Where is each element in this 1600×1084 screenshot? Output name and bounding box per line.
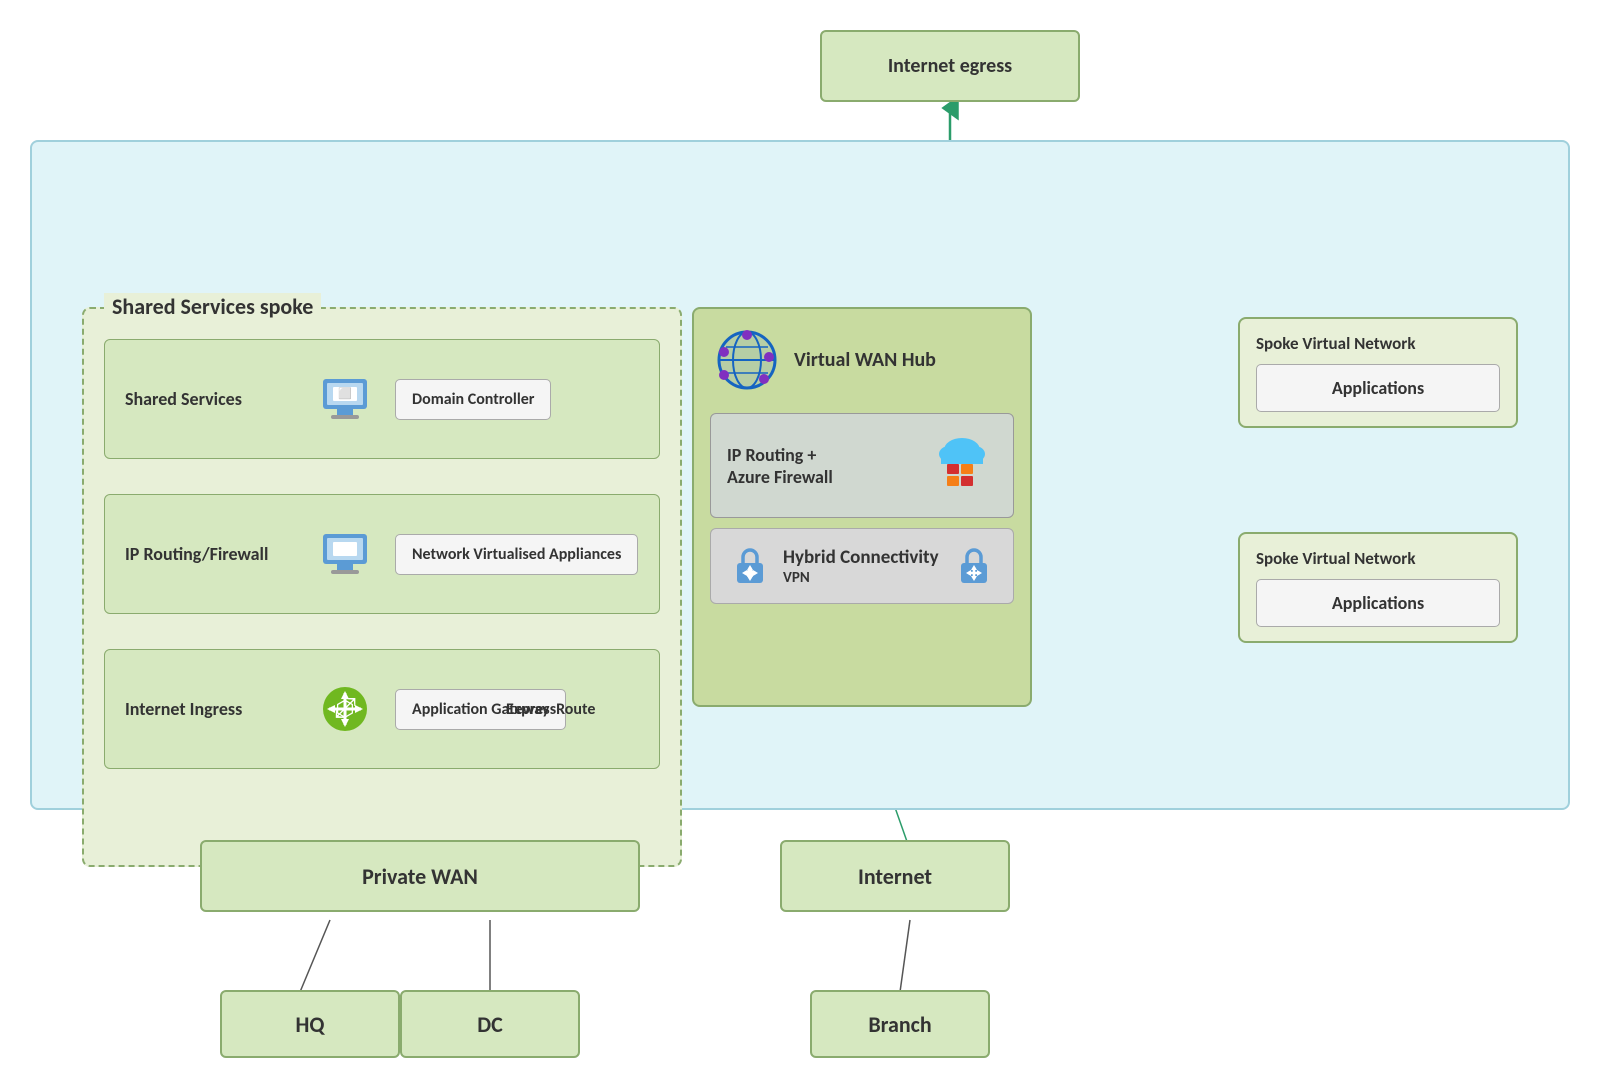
hq-box: HQ <box>220 990 400 1058</box>
dc-label: DC <box>477 1011 503 1038</box>
globe-icon <box>714 327 780 393</box>
spoke-vnet-1: Spoke Virtual Network Applications <box>1238 317 1518 428</box>
ss-label-shared-services: Shared Services <box>105 388 305 410</box>
internet-egress-box: Internet egress <box>820 30 1080 102</box>
hybrid-connectivity-box: Hybrid Connectivity VPN <box>710 528 1014 604</box>
azure-firewall-icon <box>927 428 997 503</box>
hybrid-text: Hybrid Connectivity VPN <box>783 546 941 587</box>
monitor-icon-1: ⬜ <box>305 373 385 425</box>
private-wan-box: Private WAN <box>200 840 640 912</box>
diagram-root: Internet egress Shared Services spoke Sh… <box>0 0 1600 1084</box>
spoke-vnet-1-inner: Applications <box>1256 364 1500 412</box>
shared-services-spoke: Shared Services spoke Shared Services ⬜ … <box>82 307 682 867</box>
ip-routing-text: IP Routing + Azure Firewall <box>727 444 915 488</box>
hq-label: HQ <box>296 1011 325 1038</box>
spoke-vnet-2: Spoke Virtual Network Applications <box>1238 532 1518 643</box>
spoke-vnet-1-title: Spoke Virtual Network <box>1256 333 1500 354</box>
spoke-vnet-2-title: Spoke Virtual Network <box>1256 548 1500 569</box>
ip-routing-azure-firewall-box: IP Routing + Azure Firewall <box>710 413 1014 518</box>
spoke-vnet-2-inner: Applications <box>1256 579 1500 627</box>
nva-box: Network Virtualised Appliances <box>395 534 638 575</box>
app-gateway-icon: ⤢ ⬡ <box>305 683 385 735</box>
internet-box: Internet <box>780 840 1010 912</box>
internet-egress-label: Internet egress <box>888 54 1012 78</box>
branch-box: Branch <box>810 990 990 1058</box>
private-wan-label: Private WAN <box>362 863 478 890</box>
hybrid-title-row: Hybrid Connectivity VPN <box>727 543 997 589</box>
expressroute-label: ExpressRoute <box>506 700 595 719</box>
svg-text:⬜: ⬜ <box>338 387 352 400</box>
main-container: Shared Services spoke Shared Services ⬜ … <box>30 140 1570 810</box>
monitor-icon-2 <box>305 528 385 580</box>
lock-icon-right <box>951 543 997 589</box>
domain-controller-box: Domain Controller <box>395 379 551 420</box>
internet-label: Internet <box>858 863 932 890</box>
hybrid-vpn: VPN <box>783 569 941 587</box>
vwan-hub-header: Virtual WAN Hub <box>694 309 1030 403</box>
dc-box: DC <box>400 990 580 1058</box>
lock-icon-left <box>727 543 773 589</box>
ss-row-ip-routing: IP Routing/Firewall Network Virtualised … <box>104 494 660 614</box>
vwan-hub-area: Virtual WAN Hub IP Routing + Azure Firew… <box>692 307 1032 707</box>
shared-services-spoke-title: Shared Services spoke <box>104 293 321 320</box>
ss-label-internet-ingress: Internet Ingress <box>105 698 305 720</box>
vwan-hub-title: Virtual WAN Hub <box>794 348 936 372</box>
hybrid-title: Hybrid Connectivity <box>783 546 941 569</box>
ss-row-shared-services: Shared Services ⬜ Domain Controller <box>104 339 660 459</box>
branch-label: Branch <box>868 1011 931 1038</box>
ss-label-ip-routing: IP Routing/Firewall <box>105 543 305 565</box>
